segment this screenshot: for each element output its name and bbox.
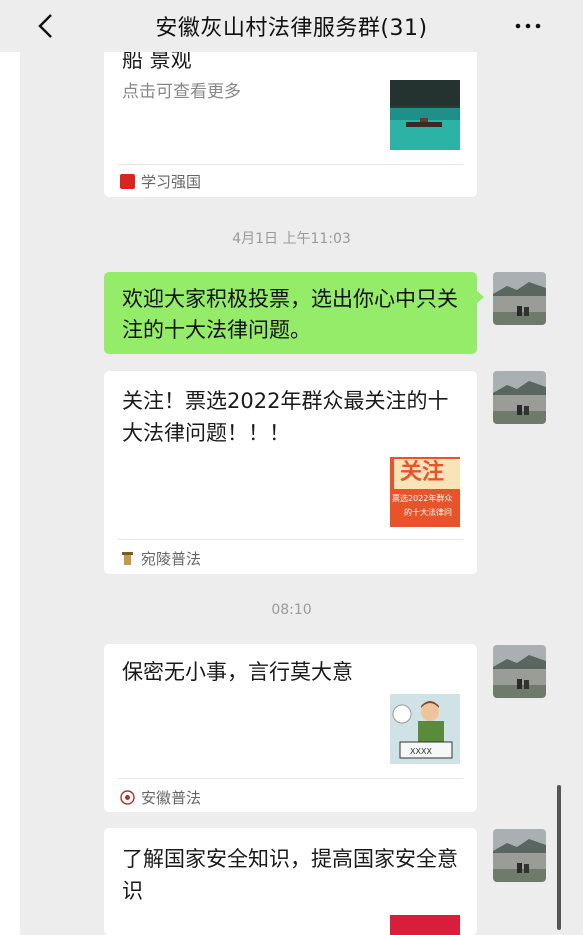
scrollbar[interactable] — [557, 785, 561, 930]
article-card[interactable]: 船 景观 点击可查看更多 学习强国 — [104, 40, 477, 197]
card-divider — [118, 539, 463, 540]
chat-header: 安徽灰山村法律服务群(31) — [0, 0, 583, 52]
avatar[interactable] — [493, 371, 546, 424]
chevron-left-icon[interactable] — [34, 12, 60, 40]
boat-lake-image — [390, 80, 460, 150]
thumb-line-1: 票选2022年群众 — [392, 494, 453, 503]
card-thumbnail — [390, 80, 460, 150]
card-title: 了解国家安全知识，提高国家安全意识 — [122, 847, 458, 903]
card-source: 学习强国 — [120, 171, 201, 192]
thumb-headline: 关注 — [400, 460, 445, 485]
card-divider — [118, 778, 463, 779]
card-source: 安徽普法 — [120, 787, 201, 808]
avatar[interactable] — [493, 272, 546, 325]
article-card[interactable]: 关注！票选2022年群众最关注的十大法律问题！！！ 关注 票选2022年群众 的… — [104, 371, 477, 574]
card-description: 点击可查看更多 — [122, 82, 241, 102]
message-bubble-sent[interactable]: 欢迎大家积极投票，选出你心中只关注的十大法律问题。 — [104, 272, 484, 354]
article-card[interactable]: 了解国家安全知识，提高国家安全意识 — [104, 828, 477, 935]
lake-avatar-image — [493, 272, 546, 325]
anhui-pufa-logo — [120, 790, 135, 805]
message-timestamp: 4月1日 上午11:03 — [232, 231, 351, 247]
card-thumbnail: 关注 票选2022年群众 的十大法律问 — [390, 457, 460, 527]
thumb-label: XXXX — [410, 747, 432, 756]
lake-avatar-image — [493, 371, 546, 424]
chat-title: 安徽灰山村法律服务群(31) — [155, 16, 428, 41]
card-thumbnail — [390, 915, 460, 935]
xuexi-qiangguo-logo — [120, 174, 135, 189]
more-dots-icon[interactable] — [513, 16, 543, 36]
avatar[interactable] — [493, 829, 546, 882]
card-title: 保密无小事，言行莫大意 — [122, 660, 353, 684]
message-text: 欢迎大家积极投票，选出你心中只关注的十大法律问题。 — [122, 287, 458, 342]
card-source-name: 安徽普法 — [141, 789, 202, 807]
lake-avatar-image — [493, 645, 546, 698]
card-title: 关注！票选2022年群众最关注的十大法律问题！！！ — [122, 389, 449, 445]
article-card[interactable]: 保密无小事，言行莫大意 XXXX 安徽普法 — [104, 644, 477, 812]
card-thumbnail: XXXX — [390, 694, 460, 764]
card-divider — [118, 164, 463, 165]
message-timestamp: 08:10 — [271, 602, 312, 618]
avatar[interactable] — [493, 645, 546, 698]
card-source-name: 学习强国 — [141, 173, 202, 191]
card-source: 宛陵普法 — [120, 548, 201, 569]
thumb-line-2: 的十大法律问 — [404, 508, 452, 517]
wanling-pufa-logo — [122, 552, 133, 565]
left-edge — [0, 52, 20, 935]
lake-avatar-image — [493, 829, 546, 882]
red-thumbnail — [390, 915, 460, 935]
card-source-name: 宛陵普法 — [141, 550, 202, 568]
